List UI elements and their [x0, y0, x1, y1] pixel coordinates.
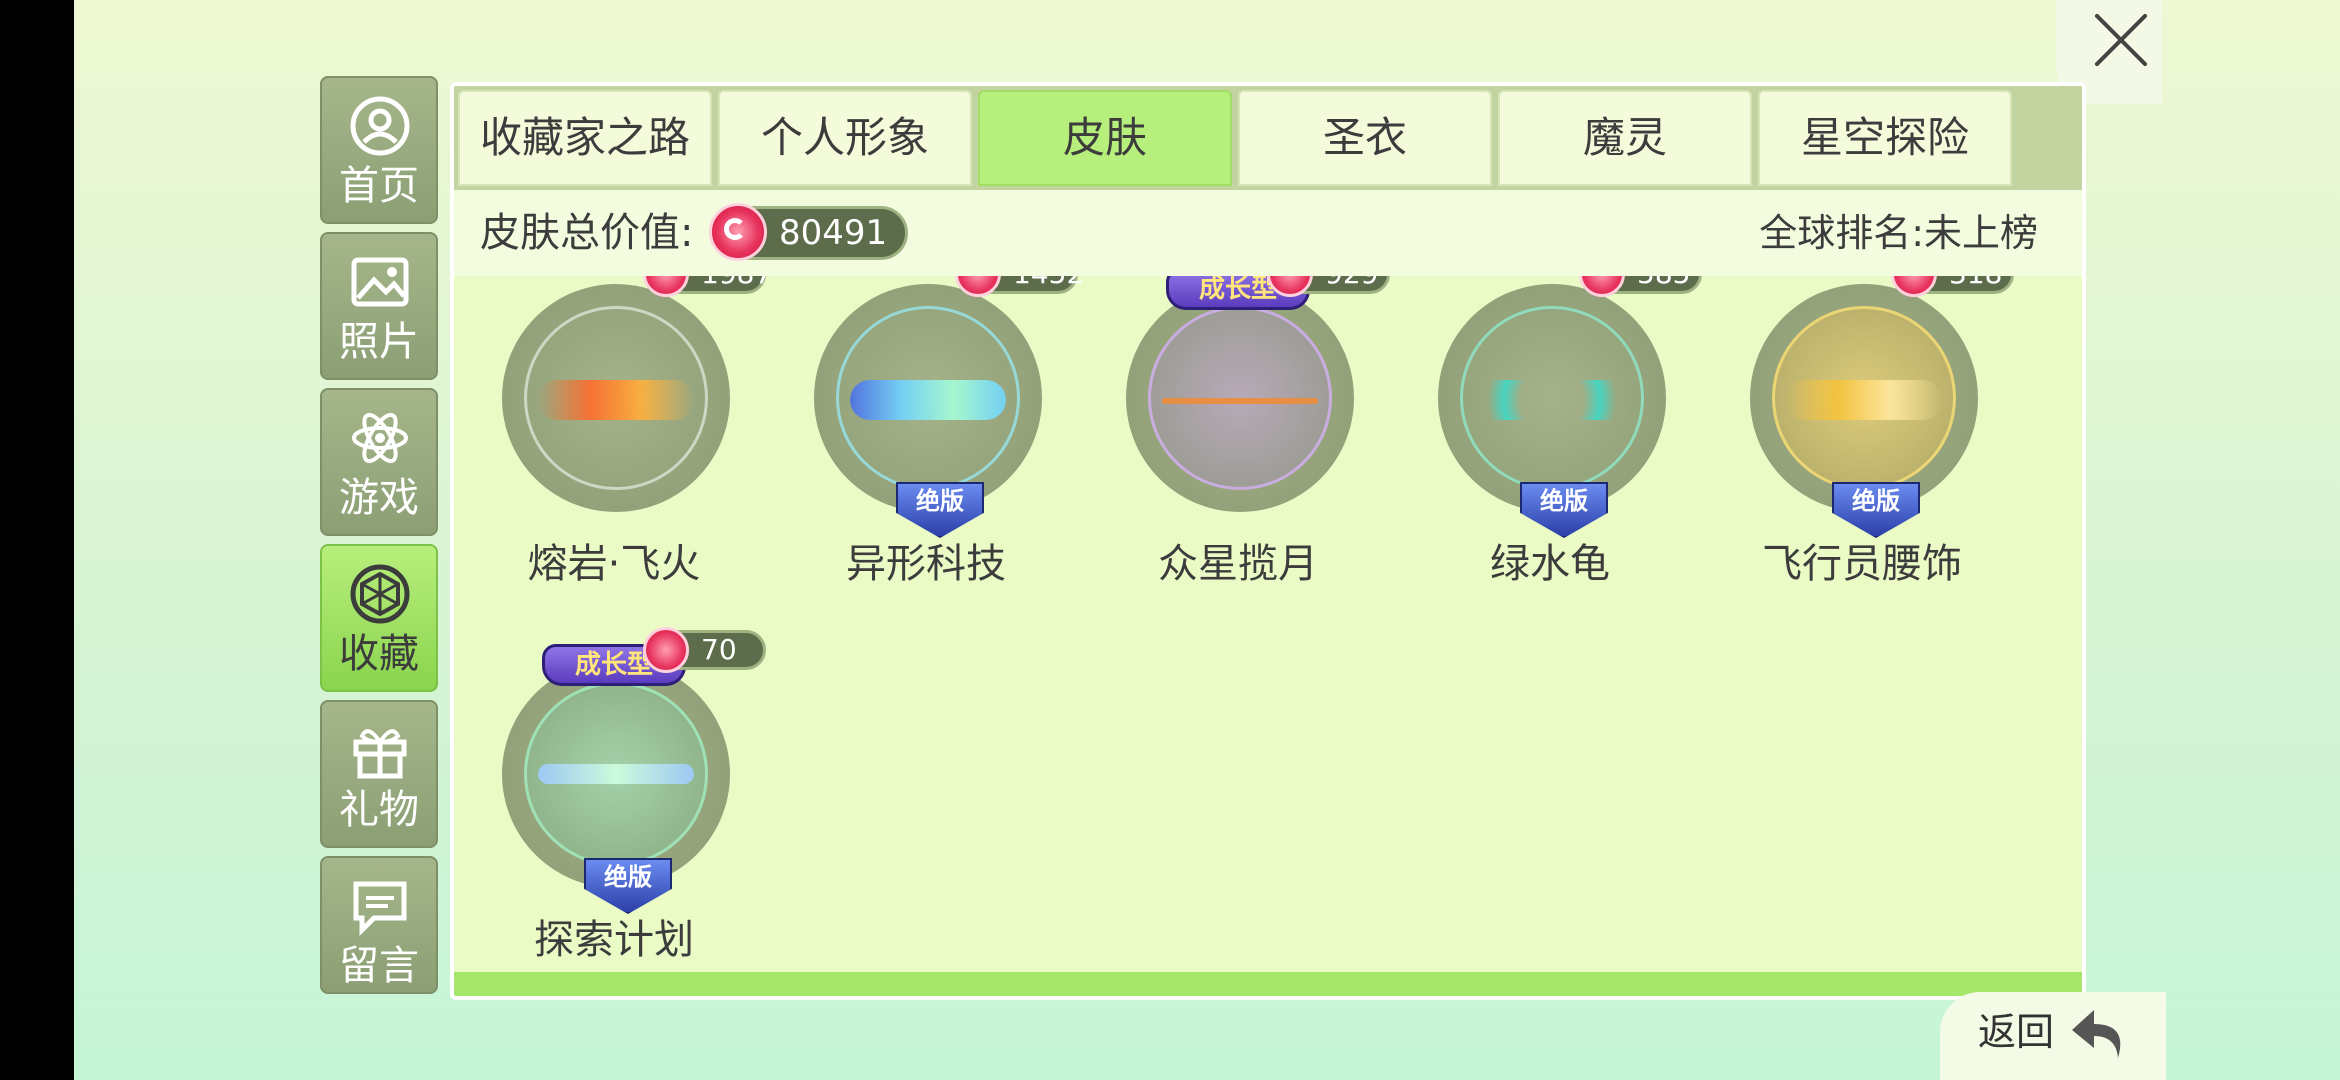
price-value: 585 [1637, 276, 1690, 291]
skin-value-bar: 皮肤总价值: 80491 全球排名:未上榜 [454, 190, 2082, 276]
nav-photo-label: 照片 [339, 319, 419, 365]
price-badge: 318 [1891, 276, 2014, 297]
candy-coin-icon [709, 203, 767, 261]
photo-icon [351, 257, 409, 307]
back-label: 返回 [1978, 1010, 2055, 1054]
atom-icon [352, 412, 408, 464]
skin-item[interactable]: 成长型 929 众星揽月 [1078, 276, 1390, 606]
skin-orb [814, 284, 1042, 512]
gift-icon [353, 729, 407, 779]
out-of-print-badge: 绝版 [1520, 482, 1608, 538]
screen-edge [0, 0, 74, 1080]
price-value: 318 [1949, 276, 2002, 291]
tab-skin[interactable]: 皮肤 [978, 90, 1232, 186]
out-of-print-badge: 绝版 [1832, 482, 1920, 538]
price-value: 70 [701, 633, 737, 666]
skin-name: 绿水龟 [1490, 541, 1610, 587]
out-of-print-badge: 绝版 [584, 858, 672, 914]
price-badge: 929 [1267, 276, 1390, 297]
skin-orb [502, 660, 730, 888]
skin-name: 众星揽月 [1158, 541, 1318, 587]
price-badge: 1987 [643, 276, 772, 297]
total-value-label: 皮肤总价值: [480, 210, 694, 256]
tab-avatar[interactable]: 个人形象 [718, 90, 972, 186]
skin-orb [502, 284, 730, 512]
skin-grid: 1987 熔岩·飞火 1452 绝版 异形科技 成长型 [454, 276, 2082, 990]
nav-game[interactable]: 游戏 [320, 388, 438, 536]
message-icon [353, 881, 407, 937]
tab-holy-cloth[interactable]: 圣衣 [1238, 90, 1492, 186]
tab-collector-road[interactable]: 收藏家之路 [458, 90, 712, 186]
tab-star-adventure[interactable]: 星空探险 [1758, 90, 2012, 186]
nav-gift-label: 礼物 [339, 787, 419, 833]
nav-message[interactable]: 留言 [320, 856, 438, 994]
nav-home[interactable]: 首页 [320, 76, 438, 224]
price-badge: 1452 [955, 276, 1084, 297]
skin-item[interactable]: 1987 熔岩·飞火 [454, 276, 772, 606]
collection-icon [350, 564, 410, 624]
global-rank: 全球排名:未上榜 [1759, 211, 2038, 255]
total-value: 80491 [779, 213, 888, 253]
total-value-pill: 80491 [709, 203, 908, 261]
skin-item[interactable]: 585 绝版 绿水龟 [1390, 276, 1702, 606]
price-badge: 70 [643, 627, 766, 673]
skin-item[interactable]: 成长型 70 绝版 探索计划 [454, 627, 766, 982]
skin-item[interactable]: 318 绝版 飞行员腰饰 [1702, 276, 2014, 606]
collection-panel: 收藏家之路 个人形象 皮肤 圣衣 魔灵 星空探险 皮肤总价值: 80491 全球… [450, 82, 2086, 1000]
back-button[interactable]: 返回 [1940, 992, 2166, 1080]
nav-gift[interactable]: 礼物 [320, 700, 438, 848]
skin-name: 飞行员腰饰 [1762, 541, 1962, 587]
candy-coin-icon [643, 627, 689, 673]
next-section-header[interactable] [454, 972, 2082, 996]
price-badge: 585 [1579, 276, 1702, 297]
nav-home-label: 首页 [339, 163, 419, 209]
skin-name: 探索计划 [534, 917, 694, 963]
tab-spirit[interactable]: 魔灵 [1498, 90, 1752, 186]
out-of-print-badge: 绝版 [896, 482, 984, 538]
skin-name: 异形科技 [846, 541, 1006, 587]
skin-orb [1750, 284, 1978, 512]
skin-item[interactable]: 1452 绝版 异形科技 [766, 276, 1084, 606]
back-arrow-icon [2072, 1010, 2121, 1058]
price-value: 929 [1325, 276, 1378, 291]
home-icon [350, 96, 410, 156]
skin-orb [1126, 284, 1354, 512]
nav-collection[interactable]: 收藏 [320, 544, 438, 692]
skin-orb [1438, 284, 1666, 512]
close-icon[interactable] [2092, 10, 2150, 68]
price-value: 1987 [701, 276, 772, 291]
nav-photo[interactable]: 照片 [320, 232, 438, 380]
nav-message-label: 留言 [339, 943, 419, 989]
nav-collection-label: 收藏 [339, 631, 419, 677]
skin-name: 熔岩·飞火 [527, 541, 701, 587]
nav-game-label: 游戏 [339, 475, 419, 521]
tab-bar: 收藏家之路 个人形象 皮肤 圣衣 魔灵 星空探险 [454, 86, 2082, 190]
price-value: 1452 [1013, 276, 1084, 291]
